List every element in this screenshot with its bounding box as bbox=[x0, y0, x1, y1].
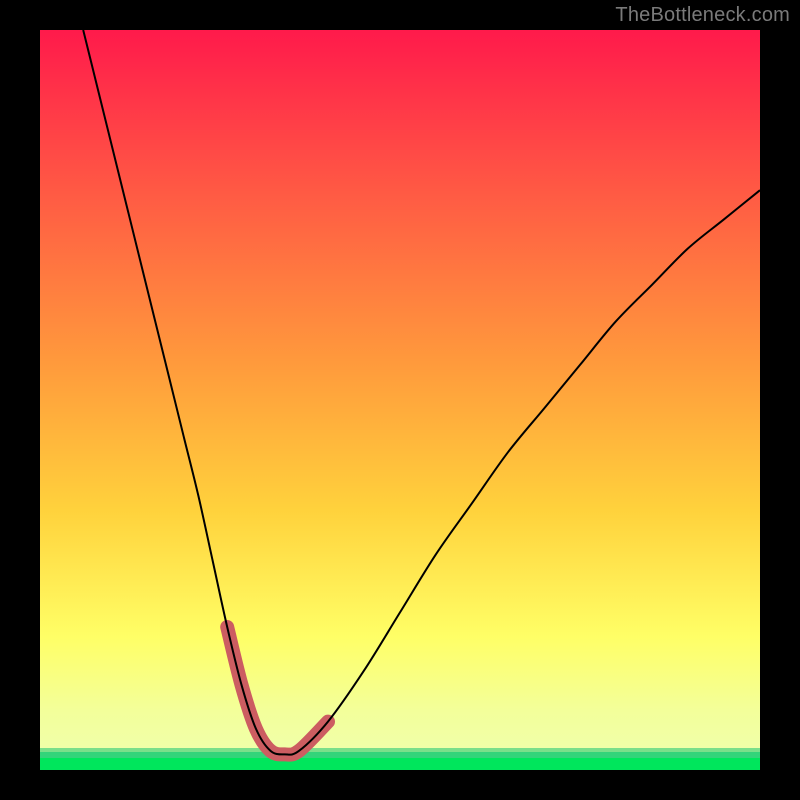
watermark-text: TheBottleneck.com bbox=[615, 4, 790, 27]
plot-area bbox=[40, 30, 760, 770]
chart-frame: TheBottleneck.com bbox=[0, 0, 800, 800]
bottleneck-curve bbox=[83, 30, 760, 755]
curve-layer bbox=[40, 30, 760, 770]
